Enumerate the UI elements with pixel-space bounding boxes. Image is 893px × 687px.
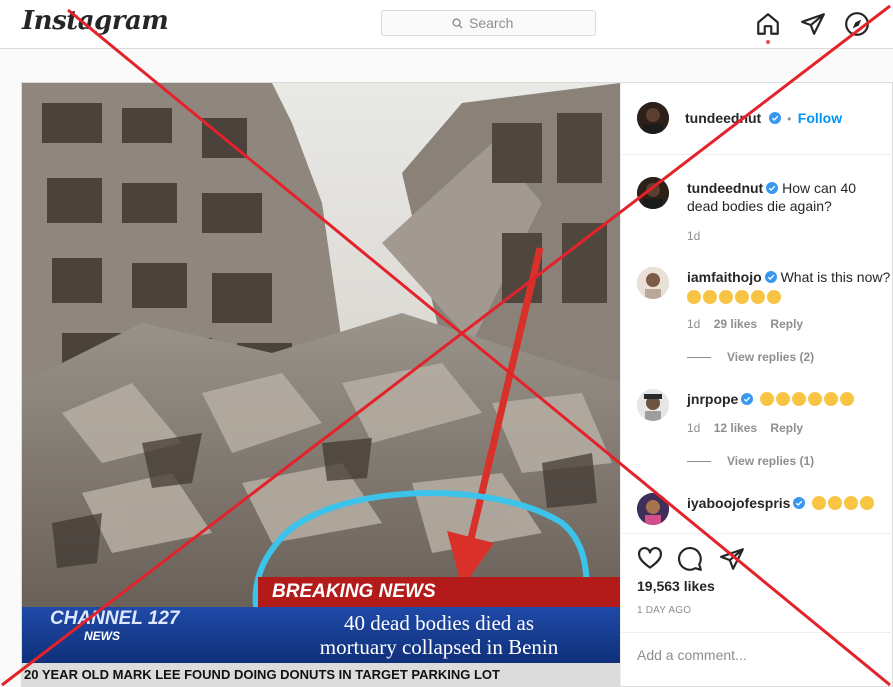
crying-emoji-icon xyxy=(735,290,749,304)
verified-badge-icon xyxy=(793,497,806,509)
channel-label: CHANNEL 127 xyxy=(50,608,180,629)
home-icon[interactable] xyxy=(755,11,781,37)
comment-username[interactable]: tundeednut xyxy=(687,180,763,196)
comment-meta: 1d 29 likes Reply xyxy=(687,317,803,331)
add-comment-input[interactable] xyxy=(637,647,877,663)
verified-badge-icon xyxy=(768,112,781,124)
headline-line-1: 40 dead bodies died as xyxy=(343,611,535,635)
comment-likes[interactable]: 29 likes xyxy=(714,317,757,331)
comment-likes[interactable]: 12 likes xyxy=(714,421,757,435)
comment-username[interactable]: iyaboojofespris xyxy=(687,495,790,511)
crying-emojis xyxy=(687,288,891,306)
comment-username[interactable]: jnrpope xyxy=(687,391,738,407)
paper-plane-icon[interactable] xyxy=(800,11,826,37)
search-input[interactable] xyxy=(469,15,525,31)
comment-meta: 1d 12 likes Reply xyxy=(687,421,803,435)
channel-news-label: NEWS xyxy=(84,629,120,643)
dot-separator: • xyxy=(787,112,792,126)
crying-emoji-icon xyxy=(751,290,765,304)
avatar[interactable] xyxy=(637,267,669,299)
crying-emoji-icon xyxy=(767,290,781,304)
verified-badge-icon xyxy=(764,271,777,283)
comment-time[interactable]: 1d xyxy=(687,421,700,435)
crying-emoji-icon xyxy=(719,290,733,304)
reaction-emojis xyxy=(812,495,876,511)
laughing-emoji-icon xyxy=(808,392,823,406)
view-replies-label: View replies (2) xyxy=(727,350,815,364)
comment-item: iamfaithojo What is this now? xyxy=(687,268,891,306)
post-header: tundeednut • Follow xyxy=(621,83,893,155)
post-author-username[interactable]: tundeednut xyxy=(685,110,761,126)
headline-line-2: mortuary collapsed in Benin xyxy=(319,635,559,659)
reply-button[interactable]: Reply xyxy=(770,421,803,435)
top-navigation-bar: Instagram xyxy=(0,0,893,49)
emoji-icon xyxy=(828,496,843,510)
laughing-emoji-icon xyxy=(824,392,839,406)
comment-item: jnrpope xyxy=(687,390,891,408)
reply-button[interactable]: Reply xyxy=(770,317,803,331)
emoji-icon xyxy=(844,496,859,510)
comment-icon[interactable] xyxy=(677,546,703,572)
laughing-emoji-icon xyxy=(840,392,855,406)
breaking-news-banner: BREAKING NEWS xyxy=(258,577,620,607)
laughing-emoji-icon xyxy=(792,392,807,406)
compass-icon[interactable] xyxy=(844,11,870,37)
comment-item: iyaboojofespris xyxy=(687,494,876,512)
emoji-icon xyxy=(860,496,875,510)
laughing-emoji-icon xyxy=(760,392,775,406)
search-box[interactable] xyxy=(381,10,596,36)
laughing-emoji-icon xyxy=(776,392,791,406)
caption-comment: tundeednut How can 40 dead bodies die ag… xyxy=(687,179,887,215)
view-replies-label: View replies (1) xyxy=(727,454,815,468)
likes-count[interactable]: 19,563 likes xyxy=(637,578,715,594)
follow-button[interactable]: Follow xyxy=(798,110,842,126)
avatar[interactable] xyxy=(637,389,669,421)
post-actions: 19,563 likes 1 DAY AGO xyxy=(621,533,893,616)
avatar[interactable] xyxy=(637,102,669,134)
instagram-logo[interactable]: Instagram xyxy=(22,6,169,36)
verified-badge-icon xyxy=(741,393,754,405)
laughing-emojis xyxy=(760,391,856,407)
replies-line xyxy=(687,461,711,463)
share-icon[interactable] xyxy=(719,546,745,572)
avatar[interactable] xyxy=(637,493,669,525)
home-active-dot xyxy=(766,40,770,44)
news-ticker: 20 YEAR OLD MARK LEE FOUND DOING DONUTS … xyxy=(22,663,620,686)
comment-time[interactable]: 1d xyxy=(687,229,700,243)
replies-line xyxy=(687,357,711,359)
news-headline: 40 dead bodies died as mortuary collapse… xyxy=(258,607,620,663)
comment-text: What is this now? xyxy=(780,269,891,285)
comment-username[interactable]: iamfaithojo xyxy=(687,269,762,285)
crying-emoji-icon xyxy=(703,290,717,304)
post-photo[interactable]: BREAKING NEWS CHANNEL 127 NEWS 40 dead b… xyxy=(22,83,620,686)
heart-icon[interactable] xyxy=(637,546,663,572)
comment-time[interactable]: 1d xyxy=(687,317,700,331)
verified-badge-icon xyxy=(766,182,779,194)
avatar[interactable] xyxy=(637,177,669,209)
crying-emoji-icon xyxy=(687,290,701,304)
post-side-panel: tundeednut • Follow tundeednut How can 4… xyxy=(620,83,893,686)
post-time[interactable]: 1 DAY AGO xyxy=(637,605,691,616)
view-replies-button[interactable]: View replies (1) xyxy=(687,454,814,468)
post-card: BREAKING NEWS CHANNEL 127 NEWS 40 dead b… xyxy=(21,82,893,687)
view-replies-button[interactable]: View replies (2) xyxy=(687,350,814,364)
emoji-icon xyxy=(812,496,827,510)
add-comment-bar xyxy=(621,632,893,686)
search-icon xyxy=(452,17,463,29)
